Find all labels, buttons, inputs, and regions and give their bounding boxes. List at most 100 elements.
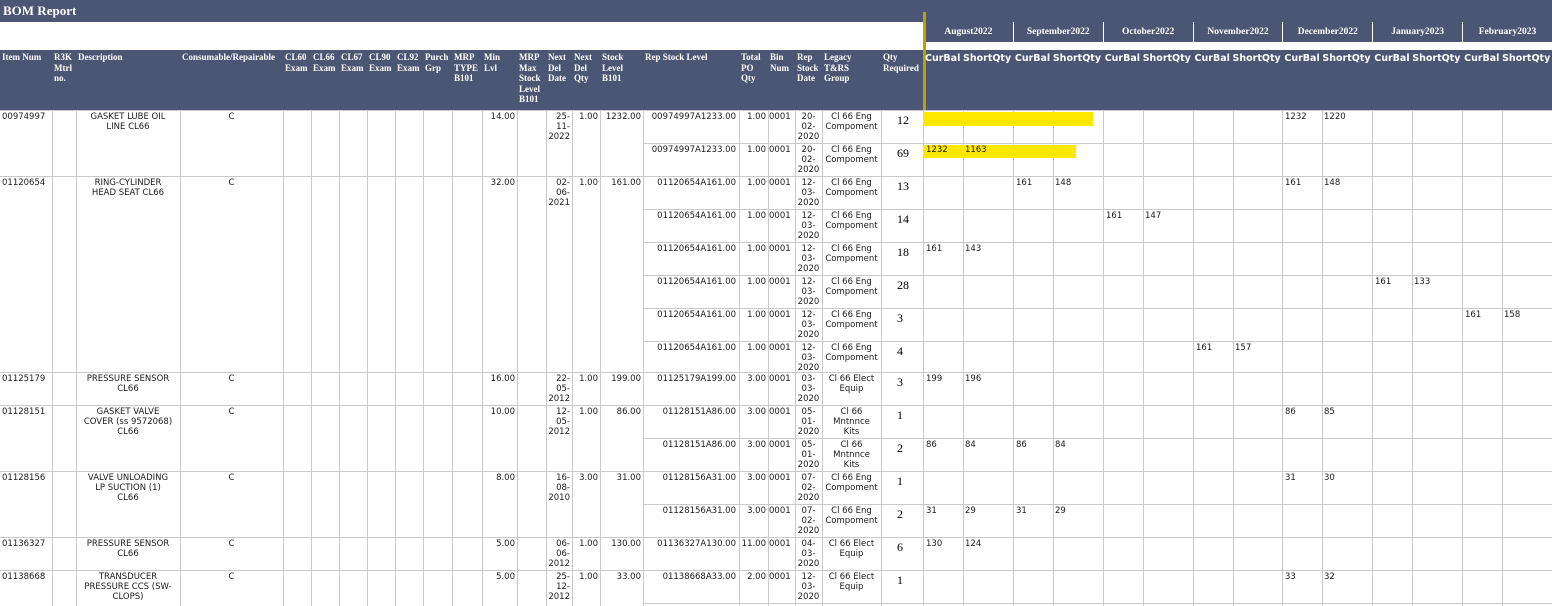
- bin-num: 0001: [769, 440, 791, 450]
- rep-stock-date: 12- 03- 2020: [797, 343, 820, 373]
- grid-line: [923, 110, 924, 606]
- total-po-qty: 1.00: [747, 343, 766, 353]
- shortqty-value: 84: [965, 440, 976, 450]
- grid-line: [0, 176, 1552, 177]
- next-del-date: 25- 11- 2022: [548, 112, 570, 142]
- month-header: August2022: [923, 22, 1013, 42]
- legacy-group: Cl 66 Eng Compoment: [825, 343, 878, 363]
- grid-line: [452, 110, 453, 606]
- grid-line: [643, 209, 1552, 210]
- header-shortqty: ShortQty: [1502, 53, 1551, 64]
- legacy-group: Cl 66 Eng Compoment: [825, 211, 878, 231]
- legacy-group: Cl 66 Eng Compoment: [825, 473, 878, 493]
- rep-stock-date: 12- 03- 2020: [797, 244, 820, 274]
- curbal-value: 1232: [1285, 112, 1307, 122]
- curbal-value: 161: [1106, 211, 1123, 221]
- grid-line: [1233, 110, 1234, 606]
- legacy-group: Cl 66 Mntnnce Kits: [833, 407, 870, 437]
- rep-stock-level: 01120654A161.00: [657, 277, 736, 287]
- legacy-group: Cl 66 Eng Compoment: [825, 506, 878, 526]
- curbal-value: 86: [1285, 407, 1296, 417]
- min-lvl: 5.00: [496, 572, 515, 582]
- month-header: October2022: [1102, 22, 1193, 42]
- next-del-date: 06- 06- 2012: [548, 539, 570, 569]
- rep-stock-level: 01120654A161.00: [657, 244, 736, 254]
- header-curbal: CurBal: [1464, 53, 1500, 64]
- shortqty-value: 1163: [965, 145, 987, 155]
- qty-required: 3: [897, 311, 903, 325]
- rep-stock-level: 00974997A1233.00: [651, 145, 736, 155]
- header-mrp-type: MRP TYPE B101: [454, 52, 479, 83]
- header-rep-stock-level: Rep Stock Level: [645, 52, 708, 62]
- grid-line: [367, 110, 368, 606]
- bin-num: 0001: [769, 112, 791, 122]
- total-po-qty: 1.00: [747, 277, 766, 287]
- grid-line: [881, 110, 882, 606]
- qty-required: 12: [897, 113, 909, 127]
- shortqty-value: 196: [965, 374, 982, 384]
- qty-required: 14: [897, 212, 909, 226]
- legacy-group: Cl 66 Eng Compoment: [825, 178, 878, 198]
- item-num: 01138668: [2, 572, 46, 582]
- shortqty-value: 32: [1324, 572, 1335, 582]
- bin-num: 0001: [769, 539, 791, 549]
- header-r3k-mtrl: R3K Mtrl no.: [54, 52, 72, 83]
- grid-line: [0, 570, 1552, 571]
- curbal-value: 31: [1016, 506, 1027, 516]
- curbal-value: 199: [926, 374, 943, 384]
- header-min-lvl: Min Lvl: [484, 52, 501, 73]
- shortqty-value: 85: [1324, 407, 1335, 417]
- qty-required: 69: [897, 146, 909, 160]
- grid-line: [52, 110, 53, 606]
- grid-line: [0, 405, 1552, 406]
- grid-line: [1412, 110, 1413, 606]
- item-description: GASKET LUBE OIL LINE CL66: [90, 112, 166, 132]
- grid-line: [1282, 110, 1283, 606]
- bin-num: 0001: [769, 374, 791, 384]
- month-header: September2022: [1012, 22, 1103, 42]
- grid-line: [1502, 110, 1503, 606]
- item-description: PRESSURE SENSOR CL66: [86, 539, 170, 559]
- month-header: February2023: [1462, 22, 1552, 42]
- total-po-qty: 1.00: [747, 178, 766, 188]
- curbal-value: 161: [1016, 178, 1033, 188]
- shortqty-value: 124: [965, 539, 982, 549]
- grid-line: [395, 110, 396, 606]
- shortqty-value: 29: [965, 506, 976, 516]
- qty-required: 2: [897, 507, 903, 521]
- legacy-group: Cl 66 Eng Compoment: [825, 277, 878, 297]
- rep-stock-level: 01120654A161.00: [657, 343, 736, 353]
- rep-stock-date: 12- 03- 2020: [797, 277, 820, 307]
- header-legacy-group: Legacy T&RS Group: [824, 52, 852, 83]
- shortqty-value: 158: [1504, 310, 1521, 320]
- total-po-qty: 1.00: [747, 112, 766, 122]
- grid-line: [0, 372, 1552, 373]
- month-header: December2022: [1282, 22, 1372, 42]
- total-po-qty: 3.00: [747, 407, 766, 417]
- header-shortqty: ShortQty: [1142, 53, 1191, 64]
- stock-level: 161.00: [611, 178, 641, 188]
- bin-num: 0001: [769, 277, 791, 287]
- item-num: 01136327: [2, 539, 46, 549]
- rep-stock-level: 01136327A130.00: [657, 539, 736, 549]
- header-bin-num: Bin Num: [770, 52, 790, 73]
- shortqty-value: 148: [1055, 178, 1072, 188]
- header-cl90: CL90 Exam: [369, 52, 392, 73]
- grid-line: [1462, 110, 1463, 606]
- legacy-group: Cl 66 Eng Compoment: [825, 112, 878, 132]
- qty-required: 18: [897, 245, 909, 259]
- item-description: PRESSURE SENSOR CL66: [86, 374, 170, 394]
- total-po-qty: 1.00: [747, 310, 766, 320]
- header-curbal: CurBal: [1374, 53, 1410, 64]
- header-cl67: CL67 Exam: [341, 52, 364, 73]
- shortqty-value: 30: [1324, 473, 1335, 483]
- next-del-qty: 1.00: [579, 572, 598, 582]
- header-item-num: Item Num: [2, 52, 42, 62]
- curbal-value: 86: [926, 440, 937, 450]
- min-lvl: 8.00: [496, 473, 515, 483]
- grid-line: [643, 438, 1552, 439]
- rep-stock-level: 01120654A161.00: [657, 178, 736, 188]
- qty-required: 6: [897, 540, 903, 554]
- shortqty-value: 147: [1145, 211, 1162, 221]
- highlight-stroke: [923, 112, 1093, 126]
